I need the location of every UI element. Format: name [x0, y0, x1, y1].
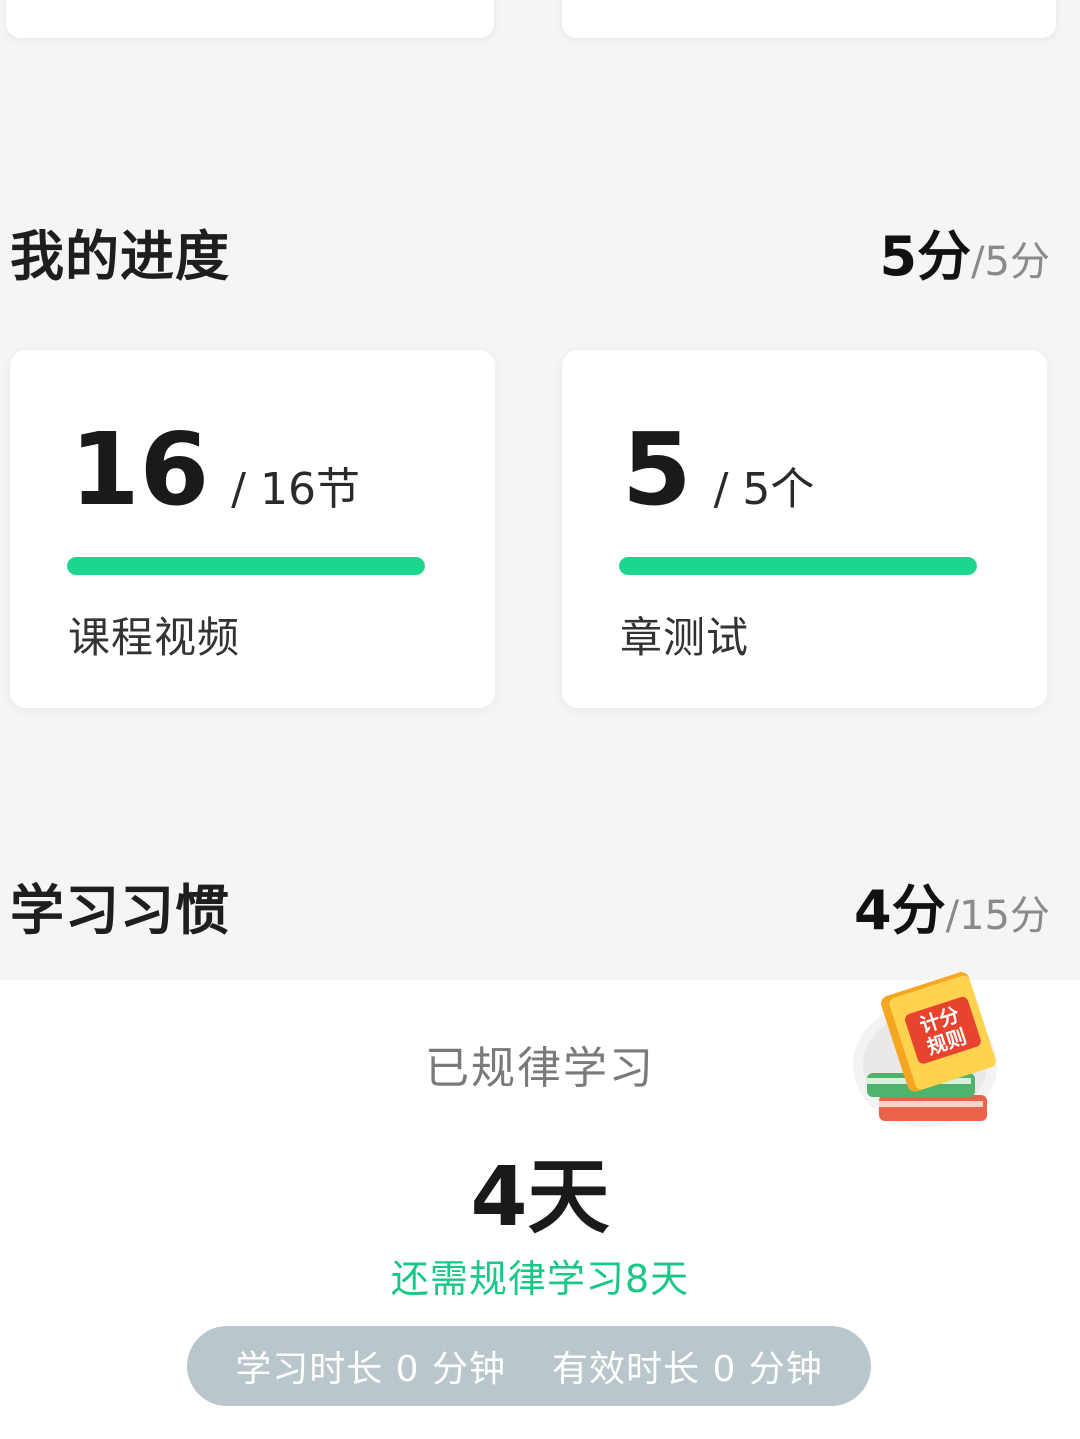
effective-duration: 有效时长 0 分钟: [552, 1349, 823, 1390]
habit-title: 学习习惯: [10, 879, 230, 942]
chapter-test-current: 5: [622, 411, 692, 528]
chapter-test-progress-bar: [619, 557, 977, 575]
course-video-count: 16 / 16节: [70, 420, 360, 520]
chapter-test-progress-fill: [619, 557, 977, 575]
progress-section-header: 我的进度 5分 /5分: [10, 212, 1050, 291]
progress-title: 我的进度: [10, 225, 230, 288]
chapter-test-count: 5 / 5个: [622, 420, 814, 520]
scoring-rules-icon[interactable]: 计分 规则: [845, 965, 1005, 1135]
habit-section-header: 学习习惯 4分 /15分: [10, 866, 1050, 945]
habit-score-total: /15分: [945, 893, 1050, 939]
study-duration: 学习时长 0 分钟: [235, 1349, 506, 1390]
habit-score: 4分 /15分: [854, 866, 1050, 945]
progress-score: 5分 /5分: [879, 212, 1050, 291]
course-video-label: 课程视频: [68, 613, 241, 662]
chapter-test-card[interactable]: 5 / 5个 章测试: [562, 350, 1047, 708]
course-video-total: / 16节: [231, 464, 360, 515]
course-video-progress-bar: [67, 557, 425, 575]
habit-days: 4天: [470, 1150, 610, 1245]
habit-remaining: 还需规律学习8天: [390, 1257, 690, 1301]
progress-page: 我的进度 5分 /5分 16 / 16节 课程视频 5 / 5个 章测试 学习习…: [0, 0, 1080, 1439]
course-video-current: 16: [70, 411, 210, 528]
chapter-test-total: / 5个: [713, 464, 815, 515]
habit-score-value: 4分: [854, 879, 946, 942]
course-video-progress-fill: [67, 557, 425, 575]
course-video-card[interactable]: 16 / 16节 课程视频: [10, 350, 495, 708]
habit-panel: 已规律学习 4天 还需规律学习8天 学习时长 0 分钟 有效时长 0 分钟 计分…: [0, 972, 1080, 1439]
previous-card-left: [6, 0, 494, 38]
progress-score-total: /5分: [971, 239, 1050, 285]
progress-score-value: 5分: [879, 225, 972, 288]
duration-pill: 学习时长 0 分钟 有效时长 0 分钟: [187, 1326, 871, 1406]
chapter-test-label: 章测试: [620, 613, 750, 662]
previous-card-right: [562, 0, 1056, 38]
